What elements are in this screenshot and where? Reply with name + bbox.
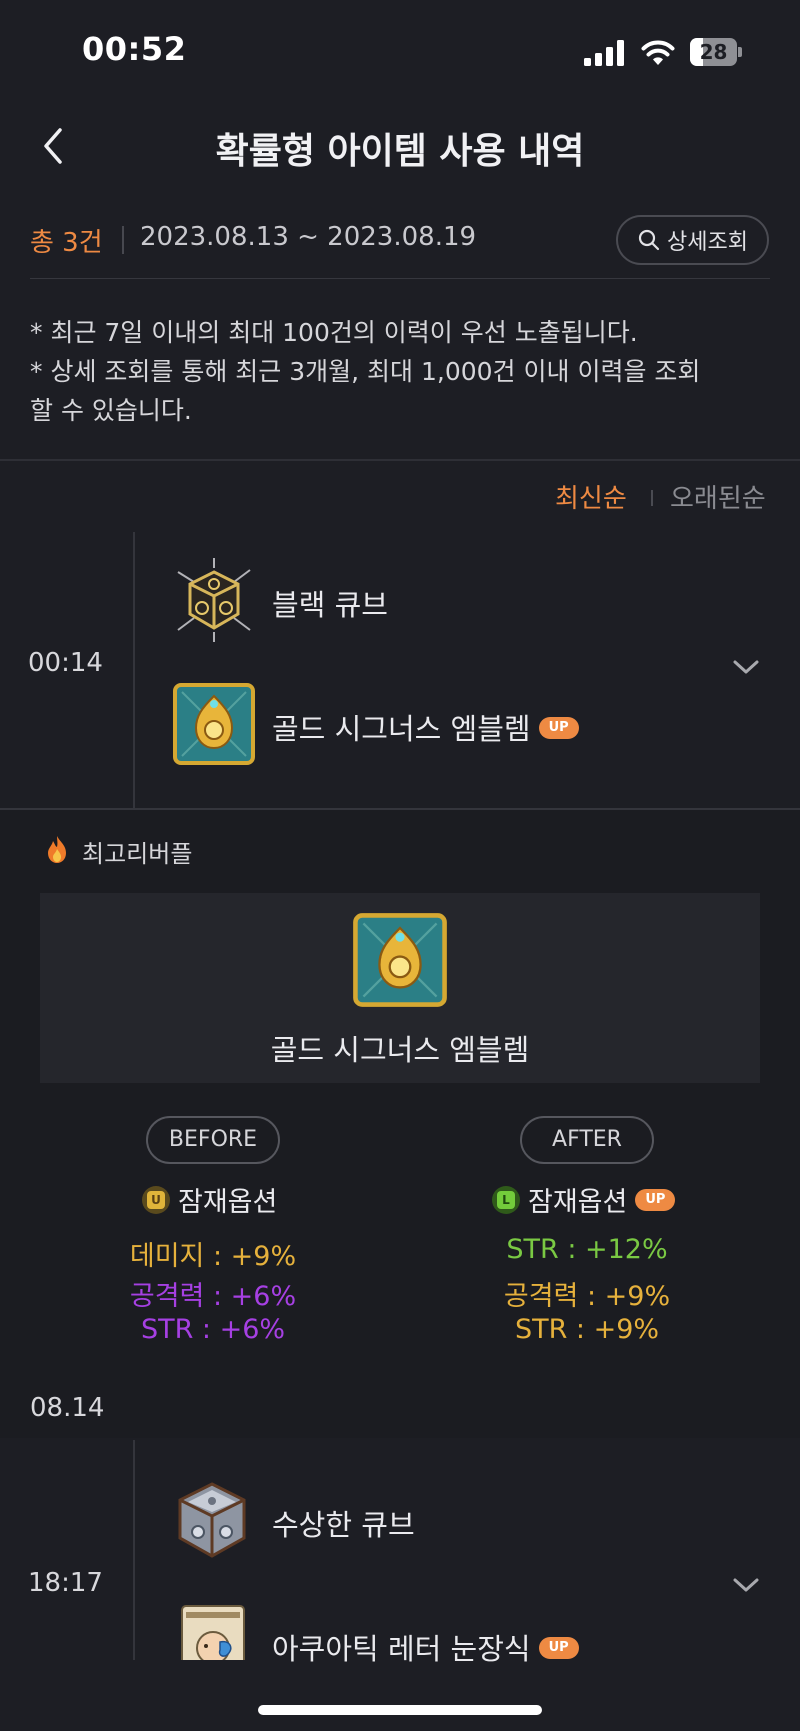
cube-name: 블랙 큐브 [272,588,388,622]
home-indicator[interactable] [258,1705,542,1715]
before-option: 공격력 : +6% [129,1281,297,1312]
after-option: STR : +12% [506,1234,668,1265]
up-badge: UP [538,717,579,739]
divider [651,490,653,506]
sort-newest-tab[interactable]: 최신순 [555,478,627,515]
after-option: 공격력 : +9% [503,1281,671,1312]
timeline-divider [133,1440,135,1660]
after-option: STR : +9% [514,1314,660,1345]
potential-label-text: 잠재옵션 [528,1187,628,1218]
battery-icon: 28 [690,38,742,66]
black-cube-icon [172,558,256,642]
cellular-signal-icon [584,40,626,66]
search-icon [638,229,660,251]
divider [30,278,770,279]
character-name: 최고리버플 [82,840,193,868]
entry-time: 18:17 [28,1568,103,1598]
expand-toggle[interactable] [732,1576,760,1594]
battery-level-text: 28 [699,40,728,64]
divider [0,459,800,461]
item-name: 아쿠아틱 레터 눈장식 UP [272,1626,579,1668]
sort-oldest-tab[interactable]: 오래된순 [670,478,766,515]
notice-line: * 최근 7일 이내의 최대 100건의 이력이 우선 노출됩니다. [30,318,638,347]
detail-item-name: 골드 시그너스 엠블렘 [270,1033,530,1067]
legendary-grade-icon: L [492,1185,520,1214]
item-name: 골드 시그너스 엠블렘 UP [272,706,579,748]
detail-search-button[interactable]: 상세조회 [616,215,769,265]
notice-line: * 상세 조회를 통해 최근 3개월, 최대 1,000건 이내 이력을 조회 [30,357,701,386]
entry-time: 00:14 [28,648,103,678]
up-badge: UP [538,1637,579,1659]
timeline-divider [133,532,135,808]
after-potential-label: L 잠재옵션 UP [492,1180,676,1219]
cube-name: 수상한 큐브 [272,1508,415,1542]
expand-toggle[interactable] [732,658,760,676]
wifi-icon [640,36,676,66]
before-option: STR : +6% [140,1314,286,1345]
after-label: AFTER [520,1116,654,1164]
divider [122,226,124,254]
item-name-text: 아쿠아틱 레터 눈장식 [272,1632,531,1666]
date-group-label: 08.14 [30,1393,105,1423]
page-title: 확률형 아이템 사용 내역 [215,131,585,172]
notice-line: 할 수 있습니다. [30,396,192,425]
up-badge: UP [635,1188,676,1211]
total-count: 총 3건 [30,228,103,258]
unique-grade-icon: U [142,1185,170,1214]
detail-search-label: 상세조회 [667,230,748,255]
date-group-header [0,1380,800,1438]
item-name-text: 골드 시그너스 엠블렘 [272,712,531,746]
date-range: 2023.08.13 ~ 2023.08.19 [140,222,477,252]
gold-cygnus-emblem-icon [352,912,448,1008]
before-option: 데미지 : +9% [129,1241,297,1272]
chevron-down-icon [733,1578,759,1592]
before-label: BEFORE [146,1116,280,1164]
gold-cygnus-emblem-icon [172,682,256,766]
potential-label-text: 잠재옵션 [178,1187,278,1218]
flame-icon [44,834,70,864]
chevron-up-icon [733,660,759,674]
before-potential-label: U 잠재옵션 [142,1180,277,1219]
status-time: 00:52 [82,30,187,68]
suspicious-cube-icon [170,1478,254,1562]
aquatic-letter-eye-icon [180,1604,246,1660]
